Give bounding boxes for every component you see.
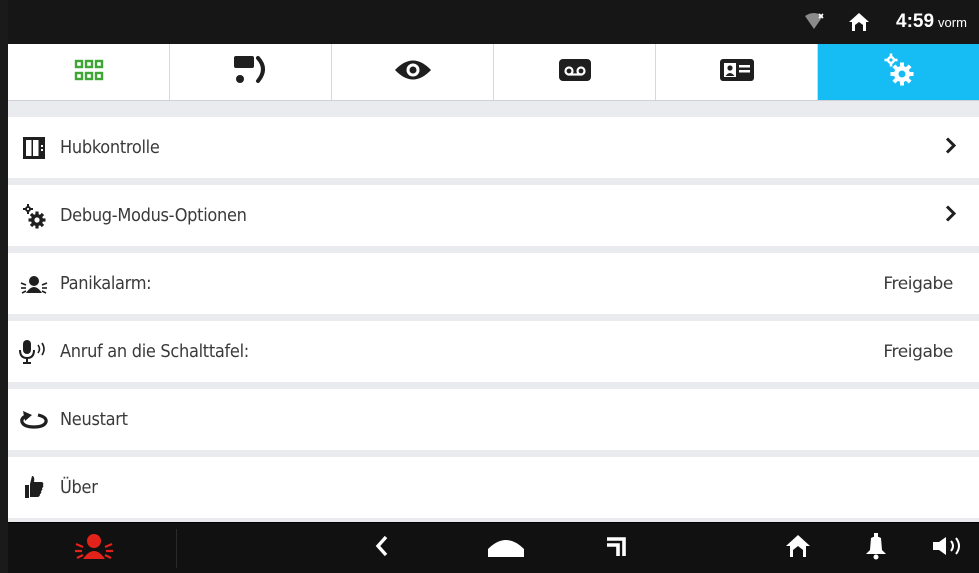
restart-icon [8, 389, 60, 450]
panic-alarm-icon [8, 253, 60, 314]
gears-icon [8, 185, 60, 246]
nav-divider [176, 529, 177, 568]
menu-item-label: Panikalarm: [60, 273, 152, 294]
bell-icon [865, 532, 887, 565]
settings-gears-icon [882, 52, 916, 93]
tab-apps[interactable] [8, 44, 170, 100]
home-status-icon [848, 12, 870, 37]
app-frame: 4:59 vorm Hubkontrolle Debug-Modus-Optio… [8, 0, 979, 573]
anruf-value: Freigabe [883, 341, 953, 362]
menu-item-label: Debug-Modus-Optionen [60, 205, 247, 226]
home-icon [486, 533, 526, 564]
clock-suffix: vorm [938, 15, 967, 30]
home-button[interactable] [476, 523, 536, 573]
elevator-icon [8, 117, 60, 178]
tab-settings[interactable] [818, 44, 979, 100]
tab-camera[interactable] [332, 44, 494, 100]
clock-time: 4:59 [896, 11, 935, 32]
volume-icon [931, 534, 965, 563]
menu-item-ueber[interactable]: Über [8, 457, 979, 518]
menu-item-anruf-schalttafel[interactable]: Anruf an die Schalttafel: Freigabe [8, 321, 979, 382]
tab-messages[interactable] [494, 44, 656, 100]
panikalarm-value: Freigabe [883, 273, 953, 294]
settings-list: Hubkontrolle Debug-Modus-Optionen Panika… [8, 117, 979, 525]
bell-button[interactable] [856, 523, 896, 573]
menu-item-hubkontrolle[interactable]: Hubkontrolle [8, 117, 979, 178]
navigation-bar [8, 522, 979, 573]
chevron-right-icon [945, 204, 957, 227]
thumbs-up-icon [8, 457, 60, 518]
voicemail-icon [558, 58, 592, 87]
status-bar: 4:59 vorm [8, 0, 979, 44]
home-status-button[interactable] [776, 523, 820, 573]
grid-icon [74, 59, 104, 86]
eye-icon [393, 57, 433, 88]
recent-apps-icon [604, 534, 628, 563]
clock: 4:59 vorm [896, 11, 967, 33]
tab-intercom[interactable] [170, 44, 332, 100]
chevron-right-icon [945, 136, 957, 159]
back-button[interactable] [362, 523, 402, 573]
menu-item-debug-modus[interactable]: Debug-Modus-Optionen [8, 185, 979, 246]
home-status-icon [784, 533, 812, 564]
volume-button[interactable] [926, 523, 970, 573]
back-icon [375, 535, 389, 562]
menu-item-panikalarm[interactable]: Panikalarm: Freigabe [8, 253, 979, 314]
wifi-off-icon [803, 13, 825, 36]
menu-item-neustart[interactable]: Neustart [8, 389, 979, 450]
panic-button-icon [74, 531, 114, 566]
microphone-icon [8, 321, 60, 382]
menu-item-label: Über [60, 477, 98, 498]
menu-item-label: Neustart [60, 409, 128, 430]
panic-button[interactable] [64, 523, 124, 573]
menu-item-label: Hubkontrolle [60, 137, 160, 158]
recent-apps-button[interactable] [596, 523, 636, 573]
menu-item-label: Anruf an die Schalttafel: [60, 341, 249, 362]
tab-bar [8, 44, 979, 101]
tab-contacts[interactable] [656, 44, 818, 100]
intercom-call-icon [232, 54, 270, 91]
contact-card-icon [719, 58, 755, 87]
